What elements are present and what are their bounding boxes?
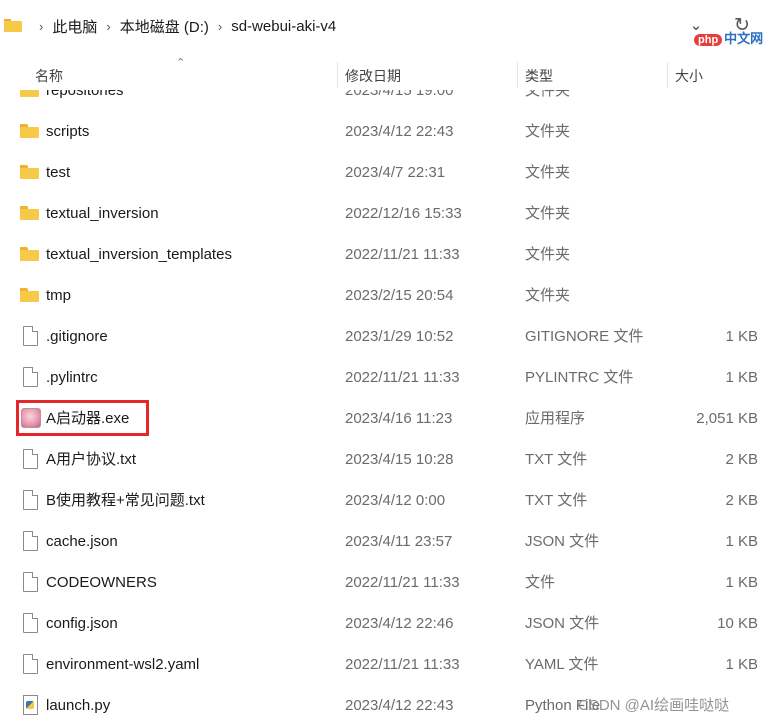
list-item[interactable]: test 2023/4/7 22:31 文件夹	[0, 152, 776, 193]
column-type[interactable]: 类型	[525, 60, 553, 90]
watermark-logo: php 中文网	[694, 28, 763, 47]
list-item[interactable]: repositories 2023/4/15 19:00 文件夹	[0, 90, 776, 111]
highlight-box	[16, 400, 149, 436]
list-item[interactable]: CODEOWNERS 2022/11/21 11:33 文件 1 KB	[0, 562, 776, 603]
folder-icon	[20, 203, 40, 223]
text-file-icon	[20, 490, 40, 510]
chevron-right-icon[interactable]: ›	[218, 19, 222, 34]
breadcrumb[interactable]: › 此电脑 › 本地磁盘 (D:) › sd-webui-aki-v4	[30, 16, 336, 37]
list-item[interactable]: environment-wsl2.yaml 2022/11/21 11:33 Y…	[0, 644, 776, 685]
file-icon	[20, 654, 40, 674]
file-icon	[20, 531, 40, 551]
column-divider[interactable]	[517, 62, 518, 88]
list-item[interactable]: cache.json 2023/4/11 23:57 JSON 文件 1 KB	[0, 521, 776, 562]
python-file-icon	[20, 695, 40, 715]
chevron-right-icon[interactable]: ›	[106, 19, 110, 34]
folder-icon	[20, 244, 40, 264]
list-item[interactable]: B使用教程+常见问题.txt 2023/4/12 0:00 TXT 文件 2 K…	[0, 480, 776, 521]
list-item[interactable]: scripts 2023/4/12 22:43 文件夹	[0, 111, 776, 152]
list-item[interactable]: config.json 2023/4/12 22:46 JSON 文件 10 K…	[0, 603, 776, 644]
breadcrumb-item-folder[interactable]: sd-webui-aki-v4	[231, 18, 336, 35]
folder-icon	[20, 285, 40, 305]
address-bar: › 此电脑 › 本地磁盘 (D:) › sd-webui-aki-v4 ⌄ ↻ …	[0, 0, 776, 52]
column-size[interactable]: 大小	[675, 60, 703, 90]
list-item[interactable]: tmp 2023/2/15 20:54 文件夹	[0, 275, 776, 316]
column-header: 名称 修改日期 类型 大小	[0, 60, 776, 90]
folder-icon	[20, 162, 40, 182]
column-divider[interactable]	[667, 62, 668, 88]
folder-icon	[20, 121, 40, 141]
column-modified[interactable]: 修改日期	[345, 60, 401, 90]
folder-icon	[20, 90, 40, 100]
list-item[interactable]: .gitignore 2023/1/29 10:52 GITIGNORE 文件 …	[0, 316, 776, 357]
file-icon	[20, 326, 40, 346]
file-icon	[20, 572, 40, 592]
breadcrumb-item-local-disk[interactable]: 本地磁盘 (D:)	[120, 16, 209, 37]
list-item[interactable]: textual_inversion 2022/12/16 15:33 文件夹	[0, 193, 776, 234]
folder-location-icon	[4, 19, 22, 32]
column-name[interactable]: 名称	[35, 60, 63, 90]
list-item[interactable]: .pylintrc 2022/11/21 11:33 PYLINTRC 文件 1…	[0, 357, 776, 398]
file-icon	[20, 613, 40, 633]
list-item[interactable]: textual_inversion_templates 2022/11/21 1…	[0, 234, 776, 275]
text-file-icon	[20, 449, 40, 469]
chevron-right-icon[interactable]: ›	[39, 19, 43, 34]
list-item[interactable]: A用户协议.txt 2023/4/15 10:28 TXT 文件 2 KB	[0, 439, 776, 480]
file-icon	[20, 367, 40, 387]
column-divider[interactable]	[337, 62, 338, 88]
watermark-text: CSDN @AI绘画哇哒哒	[578, 697, 730, 714]
breadcrumb-item-this-pc[interactable]: 此电脑	[52, 16, 97, 37]
